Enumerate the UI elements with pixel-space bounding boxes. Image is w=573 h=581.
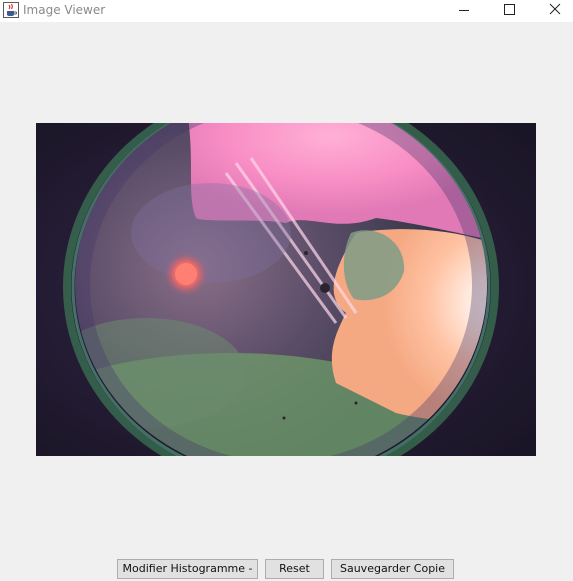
maximize-button[interactable] <box>487 0 533 22</box>
fisheye-photo <box>36 123 536 456</box>
maximize-icon <box>504 4 515 15</box>
window-title: Image Viewer <box>23 3 106 17</box>
button-bar: Modifier Histogramme - Reset Sauvegarder… <box>0 559 573 581</box>
minimize-button[interactable] <box>441 0 487 22</box>
java-cup-icon <box>3 2 19 18</box>
minimize-icon <box>459 10 469 11</box>
title-bar[interactable]: Image Viewer <box>0 0 573 22</box>
reset-button[interactable]: Reset <box>265 559 324 579</box>
close-button[interactable] <box>533 0 573 22</box>
image-display <box>36 123 536 456</box>
close-icon <box>549 3 561 15</box>
modify-histogram-button[interactable]: Modifier Histogramme - <box>117 559 258 579</box>
save-copy-button[interactable]: Sauvegarder Copie <box>331 559 454 579</box>
